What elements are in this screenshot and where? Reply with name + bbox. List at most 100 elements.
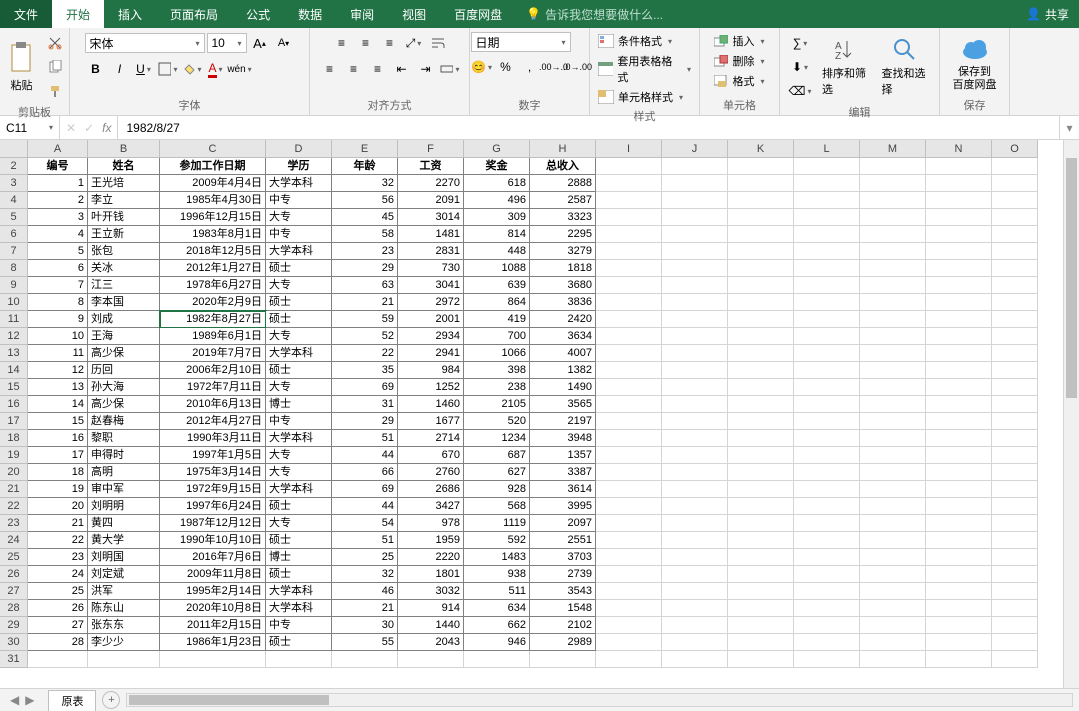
- cell-F29[interactable]: 1440: [398, 617, 464, 634]
- cell-C23[interactable]: 1987年12月12日: [160, 515, 266, 532]
- cell-C6[interactable]: 1983年8月1日: [160, 226, 266, 243]
- cell-J13[interactable]: [662, 345, 728, 362]
- cell-C21[interactable]: 1972年9月15日: [160, 481, 266, 498]
- cell-E9[interactable]: 63: [332, 277, 398, 294]
- cell-H20[interactable]: 3387: [530, 464, 596, 481]
- cell-F28[interactable]: 914: [398, 600, 464, 617]
- row-header-13[interactable]: 13: [0, 345, 28, 362]
- cell-D23[interactable]: 大专: [266, 515, 332, 532]
- cell-D21[interactable]: 大学本科: [266, 481, 332, 498]
- cell-M27[interactable]: [860, 583, 926, 600]
- cell-B16[interactable]: 高少保: [88, 396, 160, 413]
- cell-B15[interactable]: 孙大海: [88, 379, 160, 396]
- percent-button[interactable]: %: [495, 56, 517, 78]
- cell-L15[interactable]: [794, 379, 860, 396]
- cell-J17[interactable]: [662, 413, 728, 430]
- cell-D3[interactable]: 大学本科: [266, 175, 332, 192]
- cell-L17[interactable]: [794, 413, 860, 430]
- cell-G25[interactable]: 1483: [464, 549, 530, 566]
- cell-A6[interactable]: 4: [28, 226, 88, 243]
- cell-M11[interactable]: [860, 311, 926, 328]
- cell-O27[interactable]: [992, 583, 1038, 600]
- row-header-23[interactable]: 23: [0, 515, 28, 532]
- cell-E10[interactable]: 21: [332, 294, 398, 311]
- cell-C2[interactable]: 参加工作日期: [160, 158, 266, 175]
- cell-E29[interactable]: 30: [332, 617, 398, 634]
- cell-J3[interactable]: [662, 175, 728, 192]
- cell-K3[interactable]: [728, 175, 794, 192]
- cell-F25[interactable]: 2220: [398, 549, 464, 566]
- cell-K25[interactable]: [728, 549, 794, 566]
- align-bottom-button[interactable]: ≡: [379, 32, 401, 54]
- cell-C27[interactable]: 1995年2月14日: [160, 583, 266, 600]
- cell-H12[interactable]: 3634: [530, 328, 596, 345]
- cell-G23[interactable]: 1119: [464, 515, 530, 532]
- cell-H3[interactable]: 2888: [530, 175, 596, 192]
- row-header-3[interactable]: 3: [0, 175, 28, 192]
- horizontal-scrollbar[interactable]: [126, 693, 1073, 707]
- cell-C20[interactable]: 1975年3月14日: [160, 464, 266, 481]
- cell-I6[interactable]: [596, 226, 662, 243]
- cell-F2[interactable]: 工资: [398, 158, 464, 175]
- cell-C29[interactable]: 2011年2月15日: [160, 617, 266, 634]
- cell-F24[interactable]: 1959: [398, 532, 464, 549]
- cell-A25[interactable]: 23: [28, 549, 88, 566]
- row-header-26[interactable]: 26: [0, 566, 28, 583]
- cell-H7[interactable]: 3279: [530, 243, 596, 260]
- cell-J2[interactable]: [662, 158, 728, 175]
- cell-O9[interactable]: [992, 277, 1038, 294]
- cell-J11[interactable]: [662, 311, 728, 328]
- row-header-16[interactable]: 16: [0, 396, 28, 413]
- cell-K18[interactable]: [728, 430, 794, 447]
- cell-L11[interactable]: [794, 311, 860, 328]
- cell-A7[interactable]: 5: [28, 243, 88, 260]
- cell-F10[interactable]: 2972: [398, 294, 464, 311]
- cell-A11[interactable]: 9: [28, 311, 88, 328]
- cell-M29[interactable]: [860, 617, 926, 634]
- cell-J9[interactable]: [662, 277, 728, 294]
- cell-J24[interactable]: [662, 532, 728, 549]
- cell-J10[interactable]: [662, 294, 728, 311]
- cell-O15[interactable]: [992, 379, 1038, 396]
- cell-H24[interactable]: 2551: [530, 532, 596, 549]
- cell-D17[interactable]: 中专: [266, 413, 332, 430]
- cell-H29[interactable]: 2102: [530, 617, 596, 634]
- cell-G20[interactable]: 627: [464, 464, 530, 481]
- cell-H14[interactable]: 1382: [530, 362, 596, 379]
- border-button[interactable]: ▾: [157, 58, 179, 80]
- cell-A19[interactable]: 17: [28, 447, 88, 464]
- cell-B19[interactable]: 申得时: [88, 447, 160, 464]
- cell-A23[interactable]: 21: [28, 515, 88, 532]
- underline-button[interactable]: U▾: [133, 58, 155, 80]
- cell-C7[interactable]: 2018年12月5日: [160, 243, 266, 260]
- cell-N30[interactable]: [926, 634, 992, 651]
- cell-J12[interactable]: [662, 328, 728, 345]
- row-header-5[interactable]: 5: [0, 209, 28, 226]
- row-header-18[interactable]: 18: [0, 430, 28, 447]
- cell-L30[interactable]: [794, 634, 860, 651]
- cell-N15[interactable]: [926, 379, 992, 396]
- cell-E4[interactable]: 56: [332, 192, 398, 209]
- cell-M4[interactable]: [860, 192, 926, 209]
- cell-N5[interactable]: [926, 209, 992, 226]
- cell-D9[interactable]: 大专: [266, 277, 332, 294]
- cell-E26[interactable]: 32: [332, 566, 398, 583]
- cell-L3[interactable]: [794, 175, 860, 192]
- cell-I11[interactable]: [596, 311, 662, 328]
- cell-I24[interactable]: [596, 532, 662, 549]
- cell-G31[interactable]: [464, 651, 530, 668]
- cell-N27[interactable]: [926, 583, 992, 600]
- cell-H31[interactable]: [530, 651, 596, 668]
- cell-C15[interactable]: 1972年7月11日: [160, 379, 266, 396]
- cell-N13[interactable]: [926, 345, 992, 362]
- indent-inc-button[interactable]: ⇥: [415, 58, 437, 80]
- cell-C30[interactable]: 1986年1月23日: [160, 634, 266, 651]
- cell-B30[interactable]: 李少少: [88, 634, 160, 651]
- cell-O31[interactable]: [992, 651, 1038, 668]
- dec-decimal-button[interactable]: .0→.00: [567, 56, 589, 78]
- cell-M17[interactable]: [860, 413, 926, 430]
- cell-E28[interactable]: 21: [332, 600, 398, 617]
- cell-M31[interactable]: [860, 651, 926, 668]
- tab-review[interactable]: 审阅: [336, 0, 388, 28]
- cell-I4[interactable]: [596, 192, 662, 209]
